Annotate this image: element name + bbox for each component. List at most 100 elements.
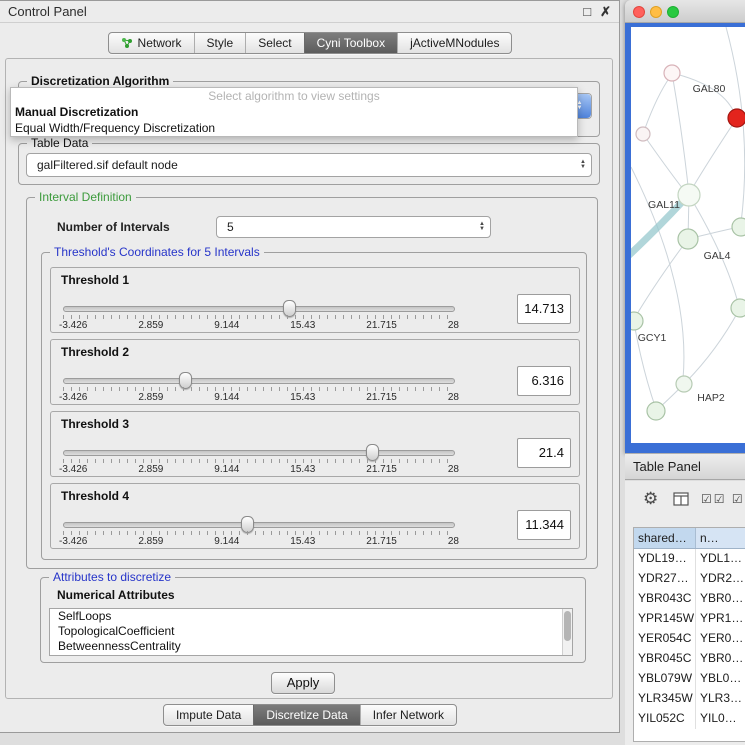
node-label: GAL11 (648, 199, 680, 211)
number-of-intervals-combobox[interactable]: 5 ▲▼ (216, 216, 491, 238)
table-row[interactable]: YER054CYER0… (634, 629, 745, 649)
threshold-value-field[interactable]: 14.713 (517, 294, 571, 324)
tab-impute-data[interactable]: Impute Data (164, 705, 253, 725)
threshold-value-field[interactable]: 21.4 (517, 438, 571, 468)
close-icon[interactable]: ✗ (600, 5, 611, 19)
numerical-attributes-list[interactable]: SelfLoopsTopologicalCoefficientBetweenne… (49, 608, 573, 656)
scale-label: -3.426 (59, 320, 87, 331)
tab-network[interactable]: Network (109, 33, 194, 53)
scale-label: 21.715 (366, 536, 397, 547)
tab-style[interactable]: Style (194, 33, 246, 53)
network-frame: GAL80GAL11GAL4GCY1HAP2 (625, 23, 745, 453)
threshold-label: Threshold 4 (61, 489, 129, 503)
control-panel-titlebar: Control Panel □ ✗ (0, 1, 619, 23)
algorithm-option[interactable]: Equal Width/Frequency Discretization (11, 120, 577, 136)
number-of-intervals-label: Number of Intervals (57, 220, 170, 234)
threshold-slider-track[interactable] (63, 378, 455, 384)
network-edge[interactable] (672, 73, 689, 195)
network-canvas-container[interactable]: GAL80GAL11GAL4GCY1HAP2 (631, 27, 745, 443)
tab-label: Infer Network (373, 708, 444, 722)
algorithm-options: Manual DiscretizationEqual Width/Frequen… (11, 104, 577, 136)
attribute-item[interactable]: BetweennessCentrality (50, 639, 572, 654)
network-edge[interactable] (693, 118, 737, 187)
slider-ticks (63, 387, 455, 391)
algorithm-option[interactable]: Manual Discretization (11, 104, 577, 120)
table-row[interactable]: YIL052CYIL0… (634, 709, 745, 729)
slider-scale: -3.4262.8599.14415.4321.71528 (59, 464, 459, 475)
threshold-block: Threshold 2-3.4262.8599.14415.4321.71528… (50, 339, 580, 405)
node-label: HAP2 (697, 392, 725, 404)
table-columns-icon[interactable] (673, 492, 689, 506)
table-data-value: galFiltered.sif default node (37, 154, 178, 176)
network-node[interactable] (636, 127, 650, 141)
table-row[interactable]: YBR043CYBR0… (634, 589, 745, 609)
threshold-slider-track[interactable] (63, 522, 455, 528)
table-panel-body: ⚙ ☑☑ ☑☑ shared… n… YDL19…YDL1…YDR27…YDR2… (625, 481, 745, 745)
table-cell: YER0… (696, 629, 745, 649)
gal80-node[interactable] (664, 65, 680, 81)
threshold-value-field[interactable]: 11.344 (517, 510, 571, 540)
network-node[interactable] (732, 218, 745, 236)
table-cell: YDR2… (696, 569, 745, 589)
table-row[interactable]: YDL19…YDL1… (634, 549, 745, 569)
table-data-group-label: Table Data (27, 136, 92, 150)
tab-select[interactable]: Select (245, 33, 303, 53)
table-cell: YLR3… (696, 689, 745, 709)
threshold-slider-track[interactable] (63, 450, 455, 456)
combo-stepper-icon[interactable]: ▲▼ (479, 222, 485, 232)
threshold-block: Threshold 3 -3.4262.8599.14415.4321.71528… (50, 411, 580, 477)
interval-definition-group-label: Interval Definition (35, 190, 136, 204)
network-edge[interactable] (689, 195, 738, 303)
scale-label: 2.859 (138, 464, 163, 475)
network-edge[interactable] (684, 310, 739, 384)
apply-button[interactable]: Apply (271, 672, 335, 694)
table-body: YDL19…YDL1…YDR27…YDR2…YBR043CYBR0…YPR145… (634, 549, 745, 729)
gal11-node[interactable] (678, 184, 700, 206)
select-columns-checkbox-icons[interactable]: ☑☑ ☑☑ (701, 492, 745, 506)
network-window-titlebar (625, 0, 745, 23)
combo-stepper-icon[interactable]: ▲▼ (580, 160, 586, 170)
minimize-traffic-light-icon[interactable] (650, 6, 662, 18)
gcy1-node[interactable] (631, 312, 643, 330)
column-header-name[interactable]: n… (696, 528, 745, 548)
table-data-combobox[interactable]: galFiltered.sif default node ▲▼ (26, 153, 592, 177)
table-row[interactable]: YLR345WYLR3… (634, 689, 745, 709)
threshold-label: Threshold 3 (61, 417, 129, 431)
column-header-shared-name[interactable]: shared… (634, 528, 696, 548)
tab-jactivemnodules[interactable]: jActiveMNodules (397, 33, 511, 53)
network-edge[interactable] (643, 134, 683, 189)
scale-label: 21.715 (366, 392, 397, 403)
algorithm-placeholder: Select algorithm to view settings (11, 89, 577, 104)
network-node[interactable] (647, 402, 665, 420)
threshold-slider-track[interactable] (63, 306, 455, 312)
network-node[interactable] (728, 109, 745, 127)
tab-discretize-data[interactable]: Discretize Data (253, 705, 359, 725)
table-cell: YLR345W (634, 689, 696, 709)
list-scrollbar[interactable] (562, 609, 572, 655)
tab-label: Impute Data (176, 708, 241, 722)
gear-icon[interactable]: ⚙ (643, 489, 658, 509)
hap2-node[interactable] (676, 376, 692, 392)
table-row[interactable]: YDR27…YDR2… (634, 569, 745, 589)
network-node[interactable] (731, 299, 745, 317)
float-window-icon[interactable]: □ (583, 5, 591, 19)
table-row[interactable]: YBR045CYBR0… (634, 649, 745, 669)
gal4-node[interactable] (678, 229, 698, 249)
attribute-item[interactable]: SelfLoops (50, 609, 572, 624)
table-cell: YDR27… (634, 569, 696, 589)
zoom-traffic-light-icon[interactable] (667, 6, 679, 18)
node-label: GCY1 (638, 332, 667, 344)
tab-cyni-toolbox[interactable]: Cyni Toolbox (304, 33, 397, 53)
table-row[interactable]: YPR145WYPR1… (634, 609, 745, 629)
table-panel-header[interactable]: Table Panel (625, 453, 745, 480)
tab-infer-network[interactable]: Infer Network (360, 705, 456, 725)
network-edge[interactable] (643, 77, 670, 134)
scrollbar-thumb[interactable] (564, 611, 571, 641)
window-title: Control Panel (8, 4, 87, 19)
network-canvas[interactable]: GAL80GAL11GAL4GCY1HAP2 (631, 27, 745, 443)
close-traffic-light-icon[interactable] (633, 6, 645, 18)
table-row[interactable]: YBL079WYBL0… (634, 669, 745, 689)
threshold-value-field[interactable]: 6.316 (517, 366, 571, 396)
attribute-item[interactable]: TopologicalCoefficient (50, 624, 572, 639)
scale-label: 28 (448, 536, 459, 547)
